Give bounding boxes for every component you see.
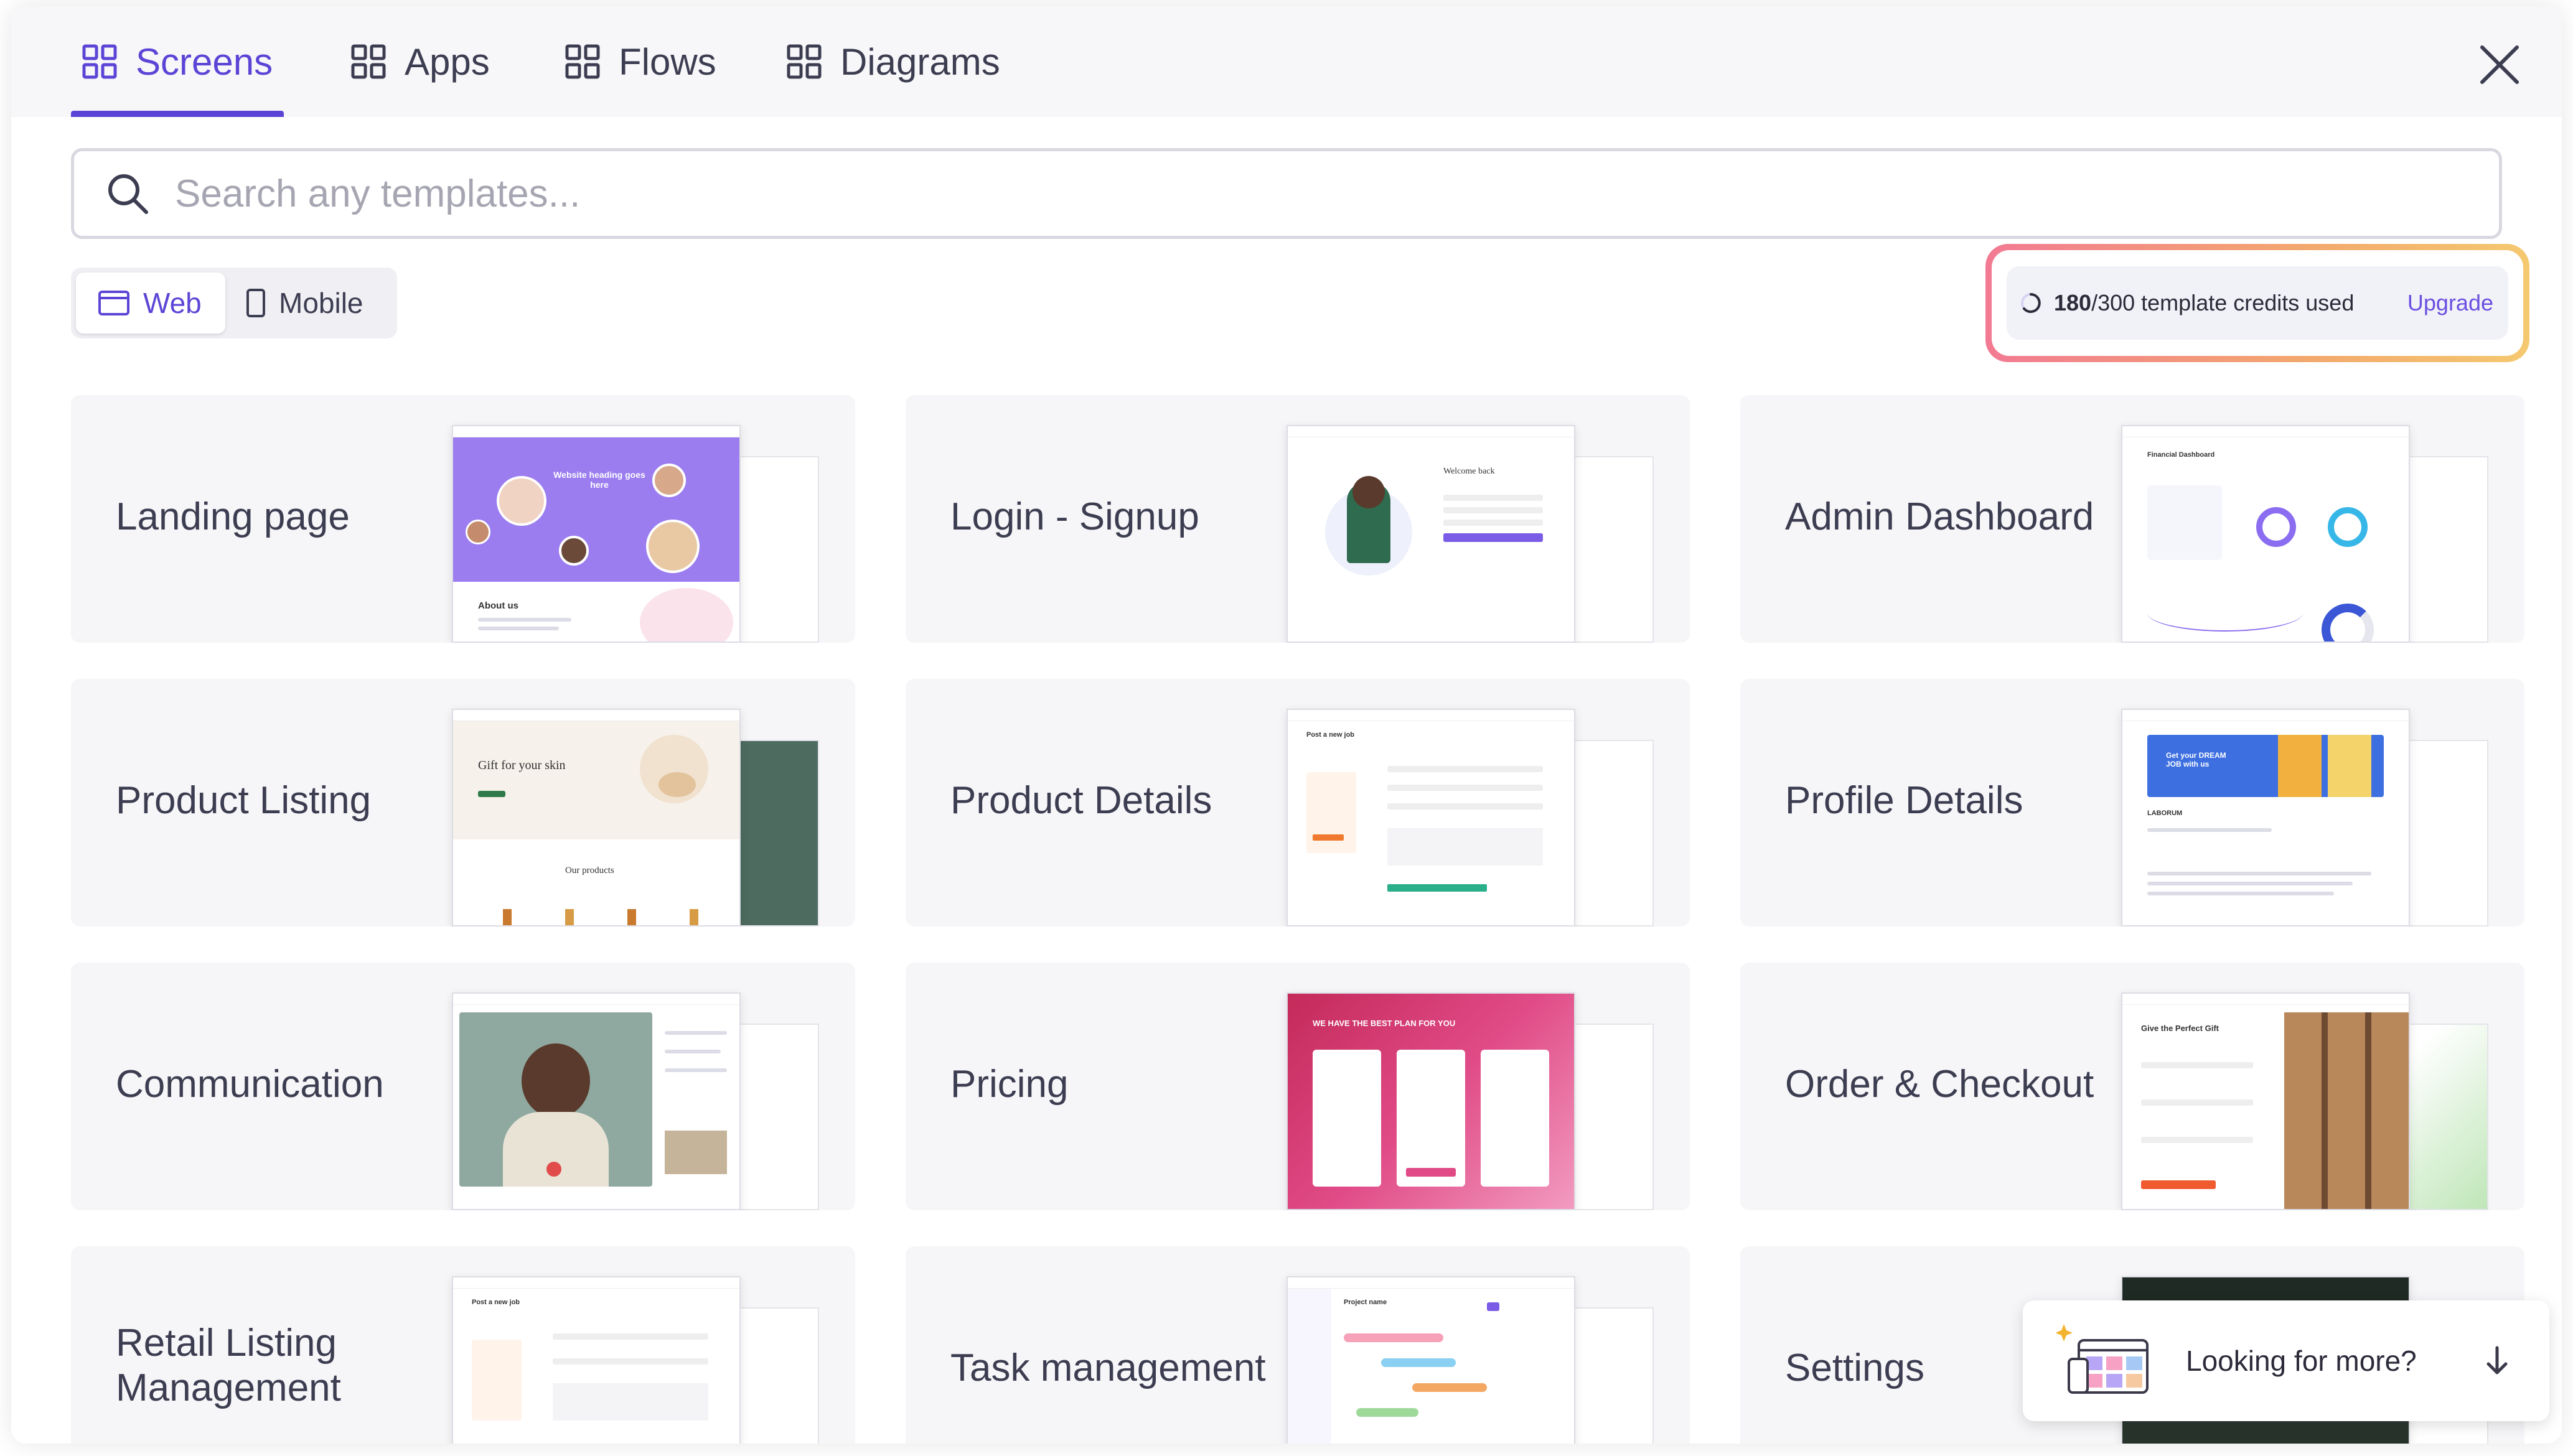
tab-flows[interactable]: Flows — [565, 6, 716, 117]
web-toggle-button[interactable]: Web — [76, 273, 225, 334]
template-card-admin-dashboard[interactable]: Admin Dashboard Financial Dashboard — [1740, 395, 2524, 643]
template-card-profile-details[interactable]: Profile Details Get your DREAM JOB with … — [1740, 679, 2524, 926]
card-title: Login - Signup — [950, 495, 1199, 538]
card-title: Order & Checkout — [1785, 1063, 2094, 1106]
looking-for-more-label: Looking for more? — [2186, 1345, 2417, 1377]
task-thumb-heading: Project name — [1344, 1299, 1387, 1306]
templates-modal: Screens Apps Flows Diagrams Web Mobile — [11, 6, 2562, 1444]
listing-thumb-heading: Gift for your skin — [478, 758, 566, 772]
tab-label: Flows — [619, 40, 716, 83]
search-bar — [71, 148, 2502, 239]
login-signup-thumbnail: Welcome back — [1286, 425, 1575, 643]
grid-icon — [787, 44, 822, 79]
landing-page-thumbnail: Website heading goes here About us — [452, 425, 741, 643]
template-card-order-checkout[interactable]: Order & Checkout Give the Perfect Gift — [1740, 963, 2524, 1210]
card-title: Task management — [950, 1346, 1266, 1389]
communication-thumbnail — [452, 992, 741, 1210]
search-icon — [108, 174, 148, 214]
profile-thumb-heading: Get your DREAM JOB with us — [2166, 751, 2226, 768]
template-card-product-details[interactable]: Product Details Post a new job — [906, 679, 1690, 926]
tab-screens[interactable]: Screens — [70, 6, 284, 117]
listing-thumb-sub: Our products — [565, 866, 614, 875]
template-card-product-listing[interactable]: Product Listing Gift for your skin Our p… — [71, 679, 855, 926]
template-card-pricing[interactable]: Pricing WE HAVE THE BEST PLAN FOR YOU — [906, 963, 1690, 1210]
template-card-communication[interactable]: Communication — [71, 963, 855, 1210]
platform-toggle: Web Mobile — [71, 268, 397, 338]
search-input[interactable] — [175, 171, 2416, 216]
order-checkout-thumbnail: Give the Perfect Gift — [2121, 992, 2410, 1210]
card-title: Admin Dashboard — [1785, 495, 2094, 538]
close-icon[interactable] — [2477, 42, 2522, 87]
grid-icon — [82, 44, 117, 79]
browser-window-icon — [98, 291, 129, 315]
admin-dashboard-thumbnail: Financial Dashboard — [2121, 425, 2410, 643]
template-card-retail-listing-management[interactable]: Retail Listing Management Post a new job — [71, 1246, 855, 1444]
profile-details-thumbnail: Get your DREAM JOB with us LABORUM — [2121, 709, 2410, 926]
template-card-login-signup[interactable]: Login - Signup Welcome back — [906, 395, 1690, 643]
profile-thumb-company: LABORUM — [2147, 810, 2183, 817]
details-thumb-heading: Post a new job — [1306, 731, 1355, 739]
tab-diagrams[interactable]: Diagrams — [787, 6, 1000, 117]
card-title: Retail Listing Management — [116, 1322, 341, 1409]
credits-banner: 180 /300 template credits used Upgrade — [1985, 244, 2529, 362]
retail-listing-thumbnail: Post a new job — [452, 1276, 741, 1444]
pricing-thumbnail: WE HAVE THE BEST PLAN FOR YOU — [1286, 992, 1575, 1210]
tab-apps[interactable]: Apps — [351, 6, 490, 117]
tab-label: Screens — [136, 40, 273, 83]
card-title: Landing page — [116, 495, 350, 538]
arrow-down-icon — [2486, 1346, 2508, 1374]
card-title: Product Listing — [116, 779, 372, 822]
template-card-task-management[interactable]: Task management Project name — [906, 1246, 1690, 1444]
credits-total: /300 — [2091, 290, 2135, 315]
task-management-thumbnail: Project name — [1286, 1276, 1575, 1444]
retail-thumb-heading: Post a new job — [472, 1299, 520, 1306]
mobile-toggle-button[interactable]: Mobile — [234, 273, 390, 334]
landing-thumb-about: About us — [478, 600, 518, 611]
landing-thumb-heading: Website heading goes here — [553, 470, 645, 490]
progress-ring-icon — [2021, 293, 2041, 313]
checkout-thumb-heading: Give the Perfect Gift — [2141, 1024, 2219, 1033]
web-label: Web — [143, 287, 202, 319]
looking-for-more-button[interactable]: Looking for more? — [2023, 1300, 2549, 1421]
card-title: Product Details — [950, 779, 1212, 822]
product-listing-thumbnail: Gift for your skin Our products — [452, 709, 741, 926]
mobile-label: Mobile — [279, 287, 363, 319]
tab-label: Apps — [405, 40, 490, 83]
admin-thumb-heading: Financial Dashboard — [2147, 451, 2215, 459]
grid-icon — [351, 44, 386, 79]
tab-bar: Screens Apps Flows Diagrams — [11, 6, 2562, 117]
upgrade-link[interactable]: Upgrade — [2407, 290, 2493, 316]
card-title: Pricing — [950, 1063, 1069, 1106]
credits-used: 180 — [2054, 290, 2092, 315]
grid-icon — [565, 44, 600, 79]
credits-suffix: template credits used — [2135, 290, 2355, 315]
pricing-thumb-heading: WE HAVE THE BEST PLAN FOR YOU — [1313, 1019, 1456, 1028]
template-card-landing-page[interactable]: Landing page Website heading goes here A… — [71, 395, 855, 643]
phone-icon — [246, 289, 265, 317]
card-title: Profile Details — [1785, 779, 2023, 822]
login-thumb-heading: Welcome back — [1443, 467, 1495, 476]
card-title: Communication — [116, 1063, 384, 1106]
tab-label: Diagrams — [840, 40, 1000, 83]
product-details-thumbnail: Post a new job — [1286, 709, 1575, 926]
templates-illustration-icon — [2056, 1324, 2149, 1394]
